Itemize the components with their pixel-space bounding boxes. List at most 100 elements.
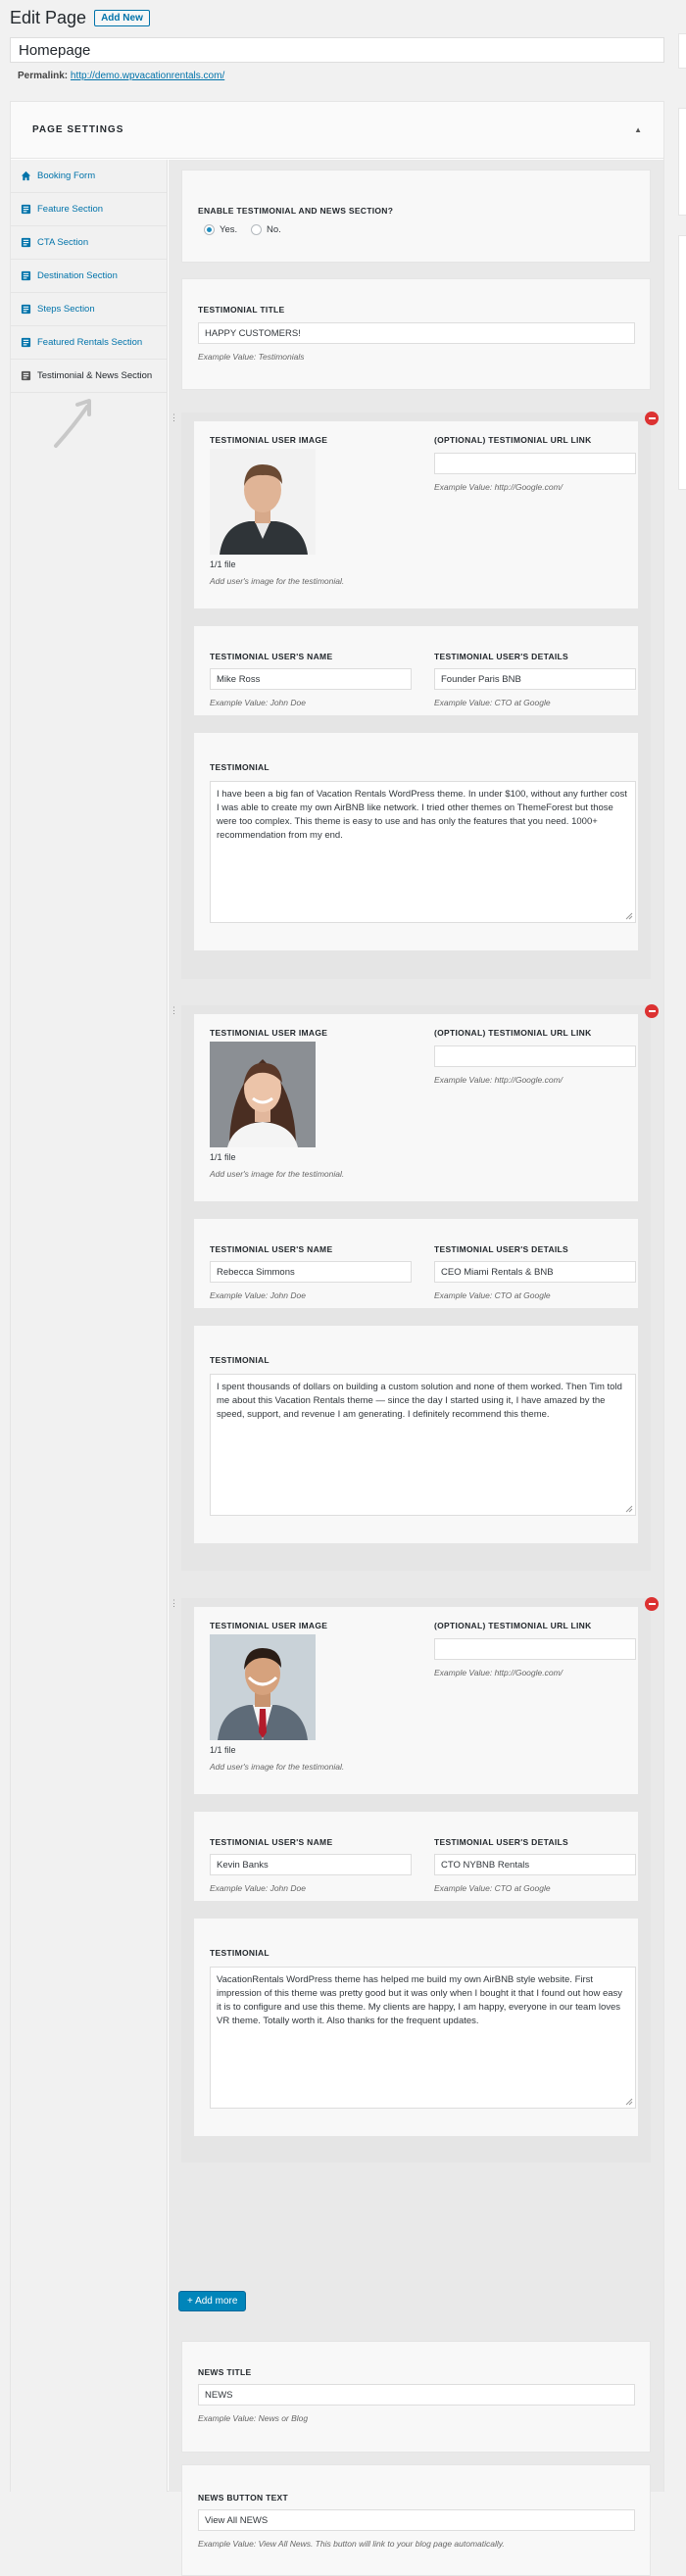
user-name-label: TESTIMONIAL USER'S NAME (210, 652, 332, 661)
sidebar-item-label: Feature Section (37, 204, 103, 215)
name-details-panel: TESTIMONIAL USER'S NAME Rebecca Simmons … (193, 1218, 639, 1309)
sidebar-item-testimonial-news-section[interactable]: Testimonial & News Section (11, 360, 167, 393)
permalink-label: Permalink: (18, 71, 68, 81)
page-settings-title: PAGE SETTINGS (32, 124, 123, 135)
page-settings-header[interactable]: PAGE SETTINGS ▲ (11, 102, 663, 159)
settings-sidebar: Booking Form Feature Section CTA Section… (11, 160, 168, 2492)
admin-page-icon (21, 204, 31, 215)
news-button-example: Example Value: View All News. This butto… (198, 2539, 505, 2549)
settings-content: ENABLE TESTIMONIAL AND NEWS SECTION? Yes… (169, 160, 663, 2492)
user-image-label: TESTIMONIAL USER IMAGE (210, 435, 327, 445)
news-button-label: NEWS BUTTON TEXT (198, 2493, 288, 2503)
user-name-input[interactable]: Kevin Banks (210, 1854, 412, 1875)
remove-group-button[interactable] (645, 1597, 659, 1611)
user-image-label: TESTIMONIAL USER IMAGE (210, 1028, 327, 1038)
resize-grip-icon[interactable] (625, 2098, 633, 2106)
user-name-example: Example Value: John Doe (210, 1883, 306, 1893)
testimonial-text-panel: TESTIMONIAL VacationRentals WordPress th… (193, 1918, 639, 2137)
url-link-input[interactable] (434, 453, 636, 474)
enable-section-label: ENABLE TESTIMONIAL AND NEWS SECTION? (198, 206, 393, 216)
enable-section-panel: ENABLE TESTIMONIAL AND NEWS SECTION? Yes… (181, 170, 651, 263)
post-title-input[interactable]: Homepage (10, 37, 664, 63)
drag-handle-icon[interactable]: ⋮ (170, 1007, 179, 1013)
collapse-arrow-icon[interactable]: ▲ (634, 125, 642, 134)
news-title-example: Example Value: News or Blog (198, 2413, 308, 2423)
sidebar-item-featured-rentals-section[interactable]: Featured Rentals Section (11, 326, 167, 360)
user-name-input[interactable]: Rebecca Simmons (210, 1261, 412, 1283)
testimonial-text-label: TESTIMONIAL (210, 1948, 270, 1958)
user-name-example: Example Value: John Doe (210, 698, 306, 707)
remove-group-button[interactable] (645, 412, 659, 425)
url-link-input[interactable] (434, 1638, 636, 1660)
user-details-example: Example Value: CTO at Google (434, 1883, 551, 1893)
user-photo[interactable] (210, 1634, 316, 1740)
admin-page-icon (21, 237, 31, 248)
testimonial-group-2: ⋮ TESTIMONIAL USER IMAGE 1/1 file (181, 1005, 651, 1571)
testimonial-textarea[interactable]: I have been a big fan of Vacation Rental… (210, 781, 636, 923)
image-help-text: Add user's image for the testimonial. (210, 1762, 344, 1772)
news-title-label: NEWS TITLE (198, 2367, 251, 2377)
news-title-panel: NEWS TITLE NEWS Example Value: News or B… (181, 2341, 651, 2453)
file-count: 1/1 file (210, 1745, 236, 1755)
admin-page-icon (21, 270, 31, 281)
enable-yes-label: Yes. (220, 224, 237, 235)
adjacent-column-edge (678, 0, 686, 2506)
sidebar-item-feature-section[interactable]: Feature Section (11, 193, 167, 226)
admin-page-icon (21, 337, 31, 348)
user-details-input[interactable]: CEO Miami Rentals & BNB (434, 1261, 636, 1283)
testimonial-text-label: TESTIMONIAL (210, 1355, 270, 1365)
remove-group-button[interactable] (645, 1004, 659, 1018)
user-photo[interactable] (210, 1042, 316, 1147)
name-details-panel: TESTIMONIAL USER'S NAME Mike Ross Exampl… (193, 625, 639, 716)
user-details-input[interactable]: Founder Paris BNB (434, 668, 636, 690)
user-details-label: TESTIMONIAL USER'S DETAILS (434, 1244, 568, 1254)
radio-selected-icon[interactable] (204, 224, 215, 235)
sidebar-item-steps-section[interactable]: Steps Section (11, 293, 167, 326)
user-name-input[interactable]: Mike Ross (210, 668, 412, 690)
user-name-label: TESTIMONIAL USER'S NAME (210, 1244, 332, 1254)
drag-handle-icon[interactable]: ⋮ (170, 1600, 179, 1606)
user-details-example: Example Value: CTO at Google (434, 698, 551, 707)
enable-yes-option[interactable]: Yes. (204, 224, 237, 235)
add-more-button[interactable]: + Add more (178, 2291, 246, 2311)
user-details-input[interactable]: CTO NYBNB Rentals (434, 1854, 636, 1875)
url-link-input[interactable] (434, 1045, 636, 1067)
image-help-text: Add user's image for the testimonial. (210, 1169, 344, 1179)
radio-unselected-icon[interactable] (251, 224, 262, 235)
permalink-link[interactable]: http://demo.wpvacationrentals.com/ (71, 71, 224, 81)
testimonial-group-3: ⋮ TESTIMONIAL USER IMAGE (181, 1598, 651, 2163)
user-details-label: TESTIMONIAL USER'S DETAILS (434, 652, 568, 661)
url-link-example: Example Value: http://Google.com/ (434, 482, 563, 492)
sidebar-item-destination-section[interactable]: Destination Section (11, 260, 167, 293)
drag-handle-icon[interactable]: ⋮ (170, 414, 179, 420)
add-new-button[interactable]: Add New (94, 10, 150, 26)
url-link-example: Example Value: http://Google.com/ (434, 1075, 563, 1085)
testimonial-textarea[interactable]: VacationRentals WordPress theme has help… (210, 1967, 636, 2109)
admin-page-icon (21, 370, 31, 381)
testimonial-textarea[interactable]: I spent thousands of dollars on building… (210, 1374, 636, 1516)
user-image-label: TESTIMONIAL USER IMAGE (210, 1621, 327, 1630)
news-button-panel: NEWS BUTTON TEXT View All NEWS Example V… (181, 2464, 651, 2576)
file-count: 1/1 file (210, 559, 236, 569)
sidebar-item-label: CTA Section (37, 237, 88, 248)
image-url-panel: TESTIMONIAL USER IMAGE 1/1 file Add user (193, 1606, 639, 1795)
url-link-label: (OPTIONAL) TESTIMONIAL URL LINK (434, 1028, 592, 1038)
testimonial-title-input[interactable]: HAPPY CUSTOMERS! (198, 322, 635, 344)
testimonial-title-panel: TESTIMONIAL TITLE HAPPY CUSTOMERS! Examp… (181, 278, 651, 390)
sidebar-item-label: Destination Section (37, 270, 118, 281)
news-button-input[interactable]: View All NEWS (198, 2509, 635, 2531)
sidebar-item-cta-section[interactable]: CTA Section (11, 226, 167, 260)
resize-grip-icon[interactable] (625, 1505, 633, 1513)
home-icon (21, 170, 31, 181)
testimonial-text-panel: TESTIMONIAL I spent thousands of dollars… (193, 1325, 639, 1544)
user-photo[interactable] (210, 449, 316, 555)
news-title-input[interactable]: NEWS (198, 2384, 635, 2406)
testimonial-title-label: TESTIMONIAL TITLE (198, 305, 285, 315)
page-header: Edit Page Add New (10, 8, 150, 28)
resize-grip-icon[interactable] (625, 912, 633, 920)
user-details-example: Example Value: CTO at Google (434, 1290, 551, 1300)
enable-no-option[interactable]: No. (251, 224, 281, 235)
avatar-man-suit-icon (210, 1634, 316, 1740)
url-link-label: (OPTIONAL) TESTIMONIAL URL LINK (434, 1621, 592, 1630)
sidebar-item-booking-form[interactable]: Booking Form (11, 160, 167, 193)
